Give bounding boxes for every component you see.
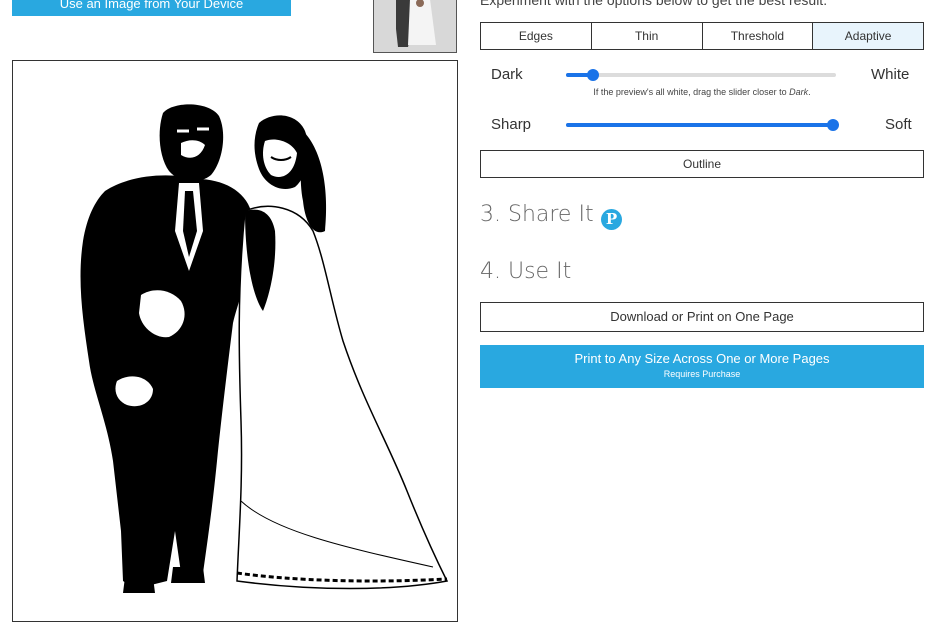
- slider-hint-text: If the preview's all white, drag the sli…: [593, 87, 790, 97]
- pinterest-icon[interactable]: P: [601, 209, 622, 230]
- instructions-text: Experiment with the options below to get…: [480, 0, 828, 8]
- source-image-thumbnail[interactable]: [373, 0, 457, 53]
- slider-dark-label: Dark: [491, 66, 523, 83]
- use-heading: 4. Use It: [480, 259, 572, 284]
- slider-hint-emphasis: Dark: [789, 87, 809, 97]
- stencil-preview-image: [13, 61, 457, 621]
- print-any-size-button[interactable]: Print to Any Size Across One or More Pag…: [480, 345, 924, 388]
- mode-tab-thin[interactable]: Thin: [591, 23, 703, 49]
- sharpness-slider-handle[interactable]: [827, 119, 840, 131]
- image-preview: [12, 60, 458, 622]
- mode-tabs: Edges Thin Threshold Adaptive: [480, 22, 924, 50]
- slider-hint-suffix: .: [808, 87, 811, 97]
- mode-tab-threshold[interactable]: Threshold: [702, 23, 814, 49]
- outline-button[interactable]: Outline: [480, 150, 924, 178]
- sharpness-slider-fill: [566, 123, 834, 127]
- print-button-label: Print to Any Size Across One or More Pag…: [574, 351, 830, 366]
- requires-purchase-label: Requires Purchase: [663, 369, 741, 379]
- slider-hint: If the preview's all white, drag the sli…: [480, 87, 924, 97]
- slider-soft-label: Soft: [885, 116, 912, 133]
- mode-tab-edges[interactable]: Edges: [481, 23, 592, 49]
- mode-tab-adaptive[interactable]: Adaptive: [813, 23, 923, 49]
- tone-slider[interactable]: [566, 69, 836, 81]
- tone-slider-handle[interactable]: [587, 69, 599, 81]
- upload-image-button[interactable]: Use an Image from Your Device: [12, 0, 291, 16]
- download-button[interactable]: Download or Print on One Page: [480, 302, 924, 332]
- sharpness-slider[interactable]: [566, 119, 840, 131]
- thumbnail-photo: [374, 0, 456, 52]
- slider-sharp-label: Sharp: [491, 116, 532, 133]
- share-heading: 3. Share It: [480, 202, 594, 227]
- slider-white-label: White: [871, 66, 910, 83]
